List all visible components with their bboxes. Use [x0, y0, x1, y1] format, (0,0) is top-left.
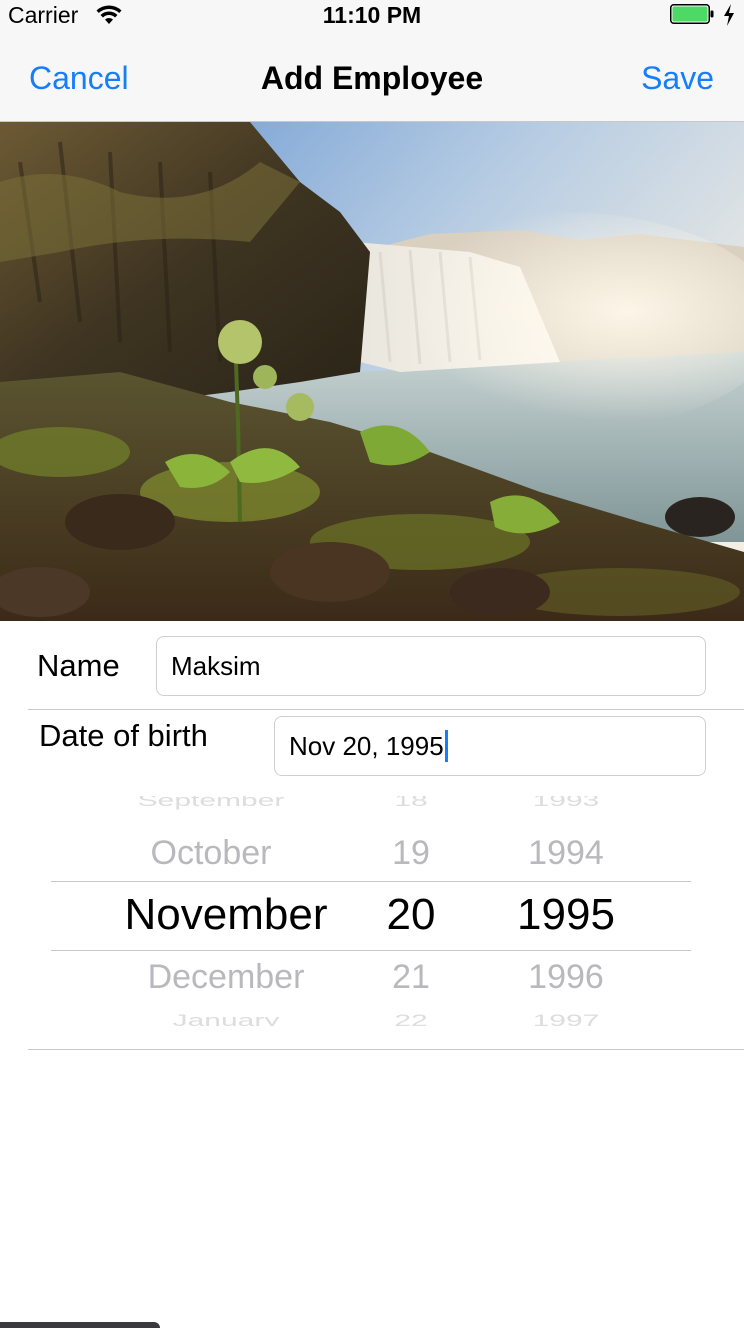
text-cursor	[444, 730, 448, 763]
employee-photo[interactable]	[0, 122, 744, 621]
date-of-birth-input[interactable]: Nov 20, 1995	[274, 716, 706, 776]
picker-day-option[interactable]: 19	[351, 834, 471, 873]
date-of-birth-value: Nov 20, 1995	[289, 731, 444, 761]
save-button[interactable]: Save	[641, 60, 714, 97]
date-of-birth-label: Date of birth	[39, 718, 208, 753]
name-input[interactable]: Maksim	[156, 636, 706, 696]
picker-year-option[interactable]: 1994	[491, 834, 641, 873]
picker-month-option[interactable]: October	[51, 834, 371, 873]
name-label: Name	[37, 648, 120, 683]
picker-day-option[interactable]: 18	[351, 796, 471, 810]
clock-time: 11:10 PM	[322, 2, 422, 28]
picker-year-option[interactable]: 1996	[491, 958, 641, 997]
navigation-bar: Cancel Add Employee Save	[0, 40, 744, 122]
picker-day-option[interactable]: 21	[351, 958, 471, 997]
picker-day-selected[interactable]: 20	[351, 890, 471, 940]
picker-year-option[interactable]: 1997	[491, 1012, 641, 1026]
charging-bolt-icon	[724, 4, 734, 26]
picker-month-selected[interactable]: November	[66, 890, 386, 940]
picker-year-option[interactable]: 1993	[491, 796, 641, 810]
divider	[28, 1049, 744, 1050]
status-bar: Carrier 11:10 PM	[0, 0, 744, 40]
page-title: Add Employee	[260, 60, 484, 96]
home-indicator-edge	[0, 1322, 160, 1328]
divider	[28, 709, 744, 710]
picker-month-option[interactable]: December	[66, 958, 386, 997]
picker-selection-line	[51, 950, 691, 951]
picker-selection-line	[51, 881, 691, 882]
picker-year-selected[interactable]: 1995	[491, 890, 641, 940]
picker-month-option[interactable]: September	[51, 796, 371, 810]
picker-day-option[interactable]: 22	[351, 1012, 471, 1026]
picker-month-option[interactable]: January	[66, 1012, 386, 1026]
waterfall-image	[0, 122, 744, 621]
battery-icon	[670, 4, 714, 24]
date-picker[interactable]: September October November December Janu…	[51, 796, 691, 1026]
